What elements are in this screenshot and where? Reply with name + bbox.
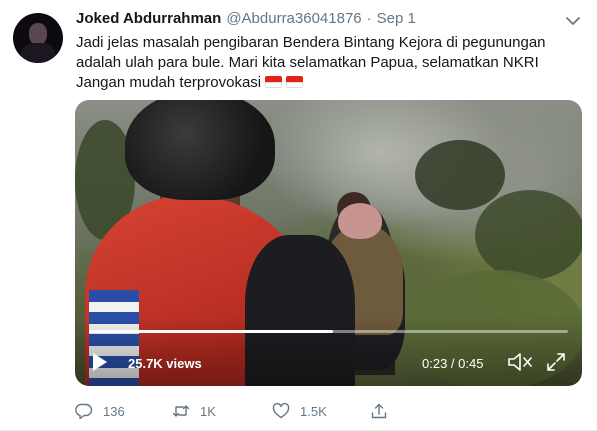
chevron-down-icon[interactable] [566, 16, 580, 26]
video-progress-fill [89, 330, 334, 333]
retweet-icon [172, 405, 190, 417]
avatar[interactable] [13, 13, 63, 63]
controls-gradient [75, 316, 582, 386]
tweet-header: Joked Abdurrahman @Abdurra36041876 · Sep… [76, 10, 416, 32]
like-icon [272, 402, 290, 419]
tree [415, 140, 505, 210]
tweet-text-line: adalah ulah para bule. Mari kita selamat… [76, 54, 539, 71]
fullscreen-icon[interactable] [546, 352, 566, 372]
timestamp[interactable]: Sep 1 [377, 10, 416, 27]
play-icon[interactable] [92, 352, 108, 372]
flag-indonesia-emoji [286, 76, 304, 88]
tree [475, 190, 582, 280]
tweet-text-line-3: Jangan mudah terprovokasi [76, 73, 581, 93]
video-timecode: 0:23 / 0:45 [422, 356, 484, 371]
reply-count: 136 [103, 403, 125, 419]
person-foreign-head [338, 203, 382, 239]
tweet-card[interactable]: Joked Abdurrahman @Abdurra36041876 · Sep… [0, 0, 597, 431]
retweet-count: 1K [200, 403, 216, 419]
display-name[interactable]: Joked Abdurrahman [76, 10, 221, 27]
tweet-text-line: Jadi jelas masalah pengibaran Bendera Bi… [76, 34, 546, 51]
reply-button[interactable]: 136 [75, 400, 125, 422]
like-count: 1.5K [300, 403, 327, 419]
video-player[interactable]: 25.7K views 0:23 / 0:45 [75, 100, 582, 386]
avatar-face [29, 23, 47, 45]
retweet-button[interactable]: 1K [172, 400, 216, 422]
flag-indonesia-emoji [265, 76, 283, 88]
avatar-body [21, 43, 55, 63]
reply-icon [75, 403, 93, 420]
user-handle[interactable]: @Abdurra36041876 [226, 10, 361, 27]
person-foreground-helmet [125, 100, 275, 200]
like-button[interactable]: 1.5K [272, 400, 327, 422]
volume-icon[interactable] [507, 351, 533, 373]
share-button[interactable] [370, 400, 398, 422]
share-icon [371, 403, 387, 419]
tweet-text: Jadi jelas masalah pengibaran Bendera Bi… [76, 33, 581, 93]
separator-dot: · [366, 10, 372, 27]
view-count: 25.7K views [128, 356, 202, 371]
video-progress-bar[interactable] [89, 330, 568, 333]
